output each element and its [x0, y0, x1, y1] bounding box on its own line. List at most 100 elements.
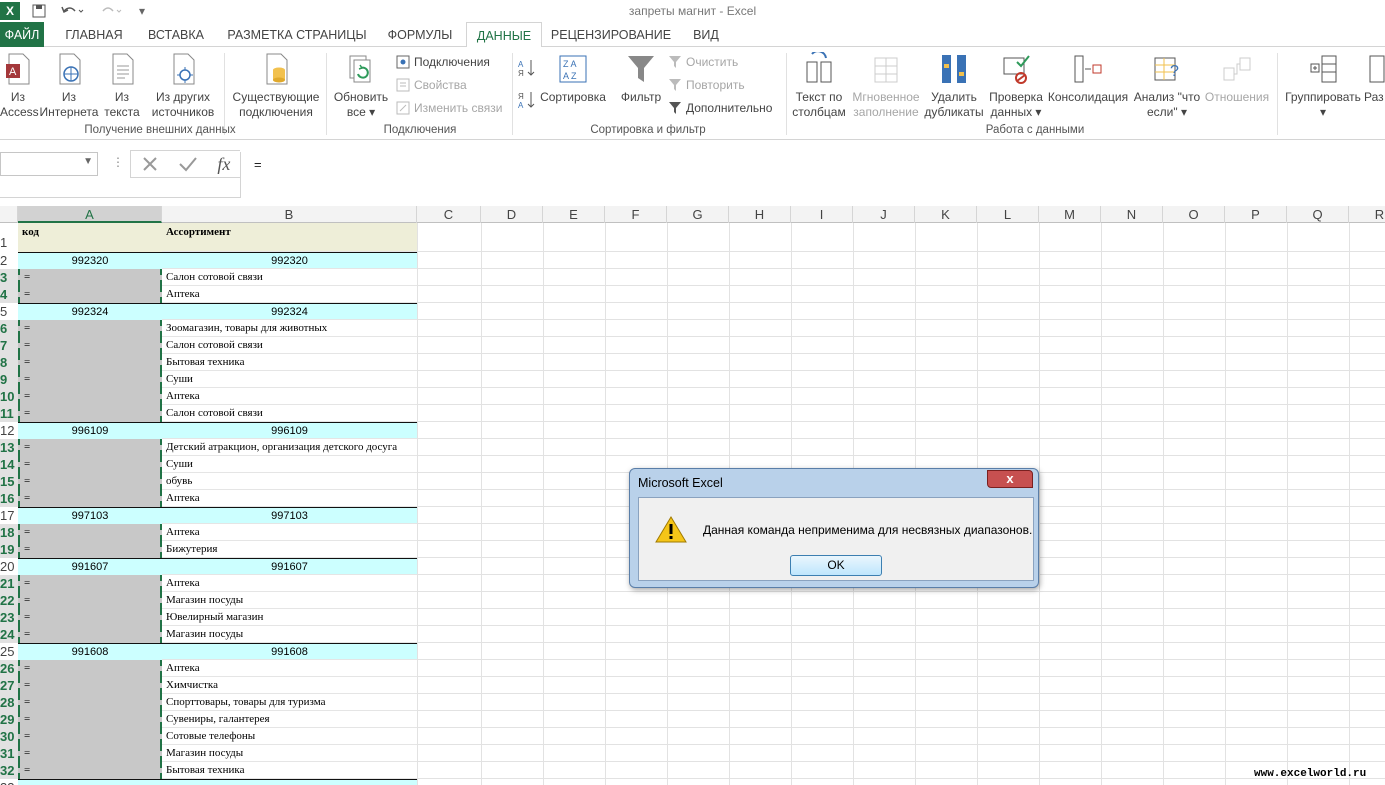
row-header[interactable]: 1: [0, 223, 18, 252]
row-header[interactable]: 16: [0, 490, 18, 507]
cell-b[interactable]: 991608: [162, 643, 417, 660]
column-header-q[interactable]: Q: [1287, 206, 1349, 223]
cell-a[interactable]: =: [18, 541, 162, 558]
cell-b[interactable]: Бижутерия: [162, 541, 417, 558]
cell-a[interactable]: [18, 779, 162, 785]
name-box-dropdown-icon[interactable]: ▼: [83, 156, 93, 167]
cell-b[interactable]: 992320: [162, 252, 417, 269]
row-header[interactable]: 33: [0, 779, 18, 785]
sort-za-button[interactable]: ЯА: [518, 91, 536, 110]
column-header-b[interactable]: B: [162, 206, 417, 223]
cell-a[interactable]: =: [18, 269, 162, 286]
row-header[interactable]: 3: [0, 269, 18, 286]
cell-b[interactable]: Ассортимент: [162, 223, 417, 252]
flash-fill-button[interactable]: Мгновенное заполнение: [850, 52, 922, 120]
tab-insert[interactable]: ВСТАВКА: [140, 22, 212, 47]
cell-b[interactable]: 997103: [162, 507, 417, 524]
row-header[interactable]: 9: [0, 371, 18, 388]
row-header[interactable]: 14: [0, 456, 18, 473]
column-header-k[interactable]: K: [915, 206, 977, 223]
cell-a[interactable]: =: [18, 728, 162, 745]
row-header[interactable]: 21: [0, 575, 18, 592]
cell-b[interactable]: Бытовая техника: [162, 354, 417, 371]
refresh-all-button[interactable]: Обновить все ▾: [330, 52, 392, 120]
cell-b[interactable]: Магазин посуды: [162, 745, 417, 762]
cell-b[interactable]: Ювелирный магазин: [162, 609, 417, 626]
enter-icon[interactable]: [178, 155, 198, 173]
sort-button[interactable]: Z AA Z Сортировка: [538, 52, 608, 105]
cell-b[interactable]: Суши: [162, 456, 417, 473]
cell-a[interactable]: =: [18, 320, 162, 337]
formula-input[interactable]: =: [240, 152, 1385, 198]
cell-a[interactable]: =: [18, 575, 162, 592]
cell-a[interactable]: =: [18, 762, 162, 779]
cell-b[interactable]: Магазин посуды: [162, 592, 417, 609]
from-web-button[interactable]: Из Интернета: [38, 52, 100, 120]
column-header-c[interactable]: C: [417, 206, 481, 223]
cell-b[interactable]: Зоомагазин, товары для животных: [162, 320, 417, 337]
cell-b[interactable]: Спорттовары, товары для туризма: [162, 694, 417, 711]
select-all-corner[interactable]: [0, 206, 18, 223]
cell-a[interactable]: =: [18, 405, 162, 422]
cell-a[interactable]: =: [18, 711, 162, 728]
tab-view[interactable]: ВИД: [684, 22, 728, 47]
row-header[interactable]: 24: [0, 626, 18, 643]
row-header[interactable]: 17: [0, 507, 18, 524]
from-text-button[interactable]: Из текста: [102, 52, 142, 120]
row-header[interactable]: 8: [0, 354, 18, 371]
clear-filter-button[interactable]: Очистить: [668, 53, 738, 71]
existing-connections-button[interactable]: Существующие подключения: [230, 52, 322, 120]
tab-review[interactable]: РЕЦЕНЗИРОВАНИЕ: [550, 22, 672, 47]
filter-button[interactable]: Фильтр: [614, 52, 668, 105]
cell-a[interactable]: =: [18, 473, 162, 490]
tab-formulas[interactable]: ФОРМУЛЫ: [382, 22, 458, 47]
row-header[interactable]: 12: [0, 422, 18, 439]
cell-a[interactable]: =: [18, 490, 162, 507]
cell-b[interactable]: Аптека: [162, 490, 417, 507]
cell-b[interactable]: обувь: [162, 473, 417, 490]
row-header[interactable]: 26: [0, 660, 18, 677]
row-header[interactable]: 18: [0, 524, 18, 541]
name-box[interactable]: ▼: [0, 152, 98, 176]
cell-a[interactable]: =: [18, 371, 162, 388]
cell-b[interactable]: 991607: [162, 558, 417, 575]
cell-b[interactable]: Аптека: [162, 388, 417, 405]
reapply-button[interactable]: Повторить: [668, 76, 745, 94]
cell-a[interactable]: =: [18, 439, 162, 456]
column-header-d[interactable]: D: [481, 206, 543, 223]
cell-b[interactable]: Химчистка: [162, 677, 417, 694]
cell-b[interactable]: Сувениры, галантерея: [162, 711, 417, 728]
column-header-p[interactable]: P: [1225, 206, 1287, 223]
cell-a[interactable]: 991608: [18, 643, 162, 660]
cell-b[interactable]: Аптека: [162, 524, 417, 541]
cell-b[interactable]: Аптека: [162, 575, 417, 592]
row-header[interactable]: 22: [0, 592, 18, 609]
cell-a[interactable]: =: [18, 388, 162, 405]
row-header[interactable]: 23: [0, 609, 18, 626]
cell-a[interactable]: 992320: [18, 252, 162, 269]
cell-a[interactable]: =: [18, 337, 162, 354]
cell-a[interactable]: =: [18, 456, 162, 473]
ungroup-button[interactable]: Раз: [1364, 52, 1385, 105]
row-header[interactable]: 29: [0, 711, 18, 728]
cell-b[interactable]: Салон сотовой связи: [162, 337, 417, 354]
cell-a[interactable]: =: [18, 354, 162, 371]
column-header-l[interactable]: L: [977, 206, 1039, 223]
cell-a[interactable]: код: [18, 223, 162, 252]
column-header-e[interactable]: E: [543, 206, 605, 223]
cell-a[interactable]: 997103: [18, 507, 162, 524]
row-header[interactable]: 13: [0, 439, 18, 456]
cell-a[interactable]: =: [18, 626, 162, 643]
tab-home[interactable]: ГЛАВНАЯ: [58, 22, 130, 47]
cell-a[interactable]: =: [18, 745, 162, 762]
row-header[interactable]: 15: [0, 473, 18, 490]
consolidate-button[interactable]: Консолидация: [1046, 52, 1130, 105]
text-to-columns-button[interactable]: Текст по столбцам: [790, 52, 848, 120]
cell-b[interactable]: Сотовые телефоны: [162, 728, 417, 745]
connections-button[interactable]: Подключения: [396, 53, 490, 71]
dialog-close-button[interactable]: x: [987, 470, 1033, 488]
column-header-n[interactable]: N: [1101, 206, 1163, 223]
row-header[interactable]: 27: [0, 677, 18, 694]
column-header-a[interactable]: A: [18, 206, 162, 223]
row-header[interactable]: 11: [0, 405, 18, 422]
